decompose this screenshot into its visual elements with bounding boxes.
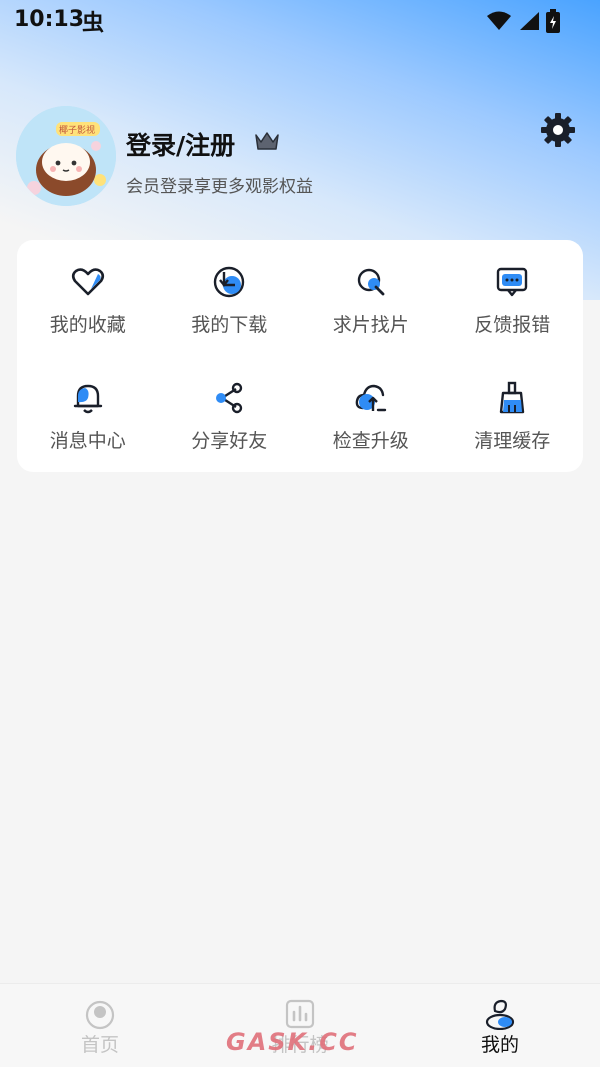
menu-item-label: 反馈报错 (474, 314, 551, 336)
menu-item-label: 我的下载 (191, 314, 268, 336)
heart-icon (71, 268, 104, 296)
menu-item-label: 分享好友 (191, 430, 268, 452)
settings-gear-icon[interactable] (540, 112, 576, 148)
profile-header[interactable]: 椰子影视 登录/注册 会员登录享更多观影权益 (16, 106, 584, 206)
status-icons (486, 9, 560, 33)
menu-item-label: 我的收藏 (49, 314, 126, 336)
menu-item-messages[interactable]: 消息中心 (17, 356, 159, 472)
cloud-upload-icon (355, 384, 386, 412)
share-icon (216, 382, 243, 414)
menu-item-label: 消息中心 (49, 430, 126, 452)
chart-icon (285, 999, 315, 1029)
coconut-mascot-icon: 椰子影视 (16, 106, 116, 206)
search-film-icon (357, 268, 385, 296)
tab-label: 首页 (80, 1034, 119, 1056)
menu-item-check-update[interactable]: 检查升级 (300, 356, 442, 472)
menu-item-request-film[interactable]: 求片找片 (300, 240, 442, 356)
status-time: 10:13 (14, 7, 85, 32)
tab-label: 我的 (480, 1034, 519, 1056)
debug-bug-icon: 虫 (82, 11, 105, 36)
download-icon (214, 266, 245, 298)
battery-icon (546, 9, 560, 33)
menu-item-downloads[interactable]: 我的下载 (159, 240, 301, 356)
member-benefits-text: 会员登录享更多观影权益 (126, 177, 313, 197)
menu-item-share[interactable]: 分享好友 (159, 356, 301, 472)
bell-icon (73, 384, 102, 414)
broom-icon (500, 381, 525, 414)
crown-icon (255, 132, 279, 150)
watermark: GASK.CC (226, 1028, 359, 1056)
home-icon (85, 1000, 115, 1030)
tab-home[interactable]: 首页 (0, 984, 200, 1067)
login-register-link[interactable]: 登录/注册 (126, 126, 235, 162)
menu-grid: 我的收藏 我的下载 求片找片 反馈报错 消息中心 分享好友 检查升级 清理缓存 (17, 240, 583, 472)
tab-mine[interactable]: 我的 (400, 984, 600, 1067)
status-bar: 10:13 虫 (0, 0, 600, 40)
wifi-icon (487, 11, 511, 30)
menu-item-clear-cache[interactable]: 清理缓存 (442, 356, 584, 472)
menu-card: 我的收藏 我的下载 求片找片 反馈报错 消息中心 分享好友 检查升级 清理缓存 (17, 240, 583, 472)
signal-icon (520, 12, 539, 30)
avatar[interactable]: 椰子影视 (16, 106, 116, 206)
feedback-icon (497, 267, 528, 297)
menu-item-label: 检查升级 (332, 430, 409, 452)
menu-item-label: 求片找片 (332, 314, 409, 336)
menu-item-feedback[interactable]: 反馈报错 (442, 240, 584, 356)
menu-item-favorites[interactable]: 我的收藏 (17, 240, 159, 356)
avatar-brand-text: 椰子影视 (59, 124, 95, 136)
profile-icon (485, 999, 515, 1030)
menu-item-label: 清理缓存 (474, 430, 551, 452)
